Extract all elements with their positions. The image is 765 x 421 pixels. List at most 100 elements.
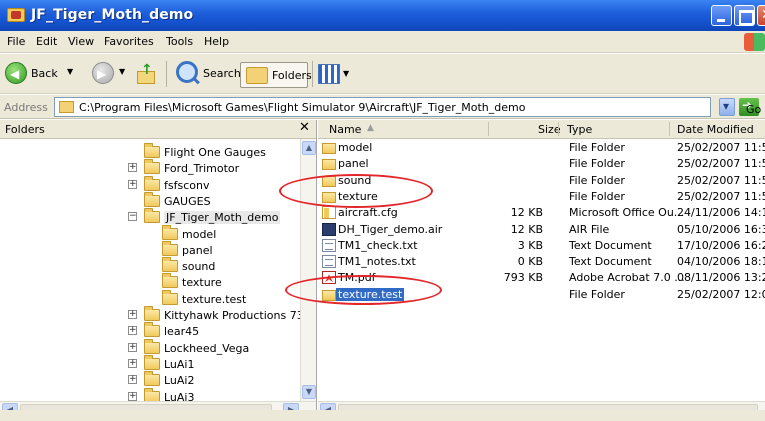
tree-item[interactable]: + lear45 — [0, 322, 300, 339]
menu-help[interactable]: Help — [204, 35, 229, 48]
menu-bar: File Edit View Favorites Tools Help — [0, 31, 765, 53]
back-dropdown-icon[interactable]: ▼ — [67, 67, 73, 76]
file-name: TM1_check.txt — [338, 238, 418, 252]
folders-vertical-scrollbar[interactable]: ▲ ▼ — [300, 139, 316, 401]
tree-item[interactable]: model — [0, 224, 300, 242]
file-date-modified: 25/02/2007 12:03 — [677, 287, 765, 301]
cfg-file-icon — [322, 206, 336, 220]
tree-item-label: GAUGES — [164, 194, 211, 208]
file-row[interactable]: TM1_check.txt 3 KB Text Document 17/10/2006… — [318, 238, 765, 254]
up-folder-button[interactable]: ↑ — [135, 62, 157, 86]
forward-button[interactable]: ▶ ▼ — [92, 62, 128, 86]
file-name: TM1_notes.txt — [338, 255, 416, 269]
address-input[interactable]: C:\Program Files\Microsoft Games\Flight … — [54, 97, 711, 117]
collapse-icon[interactable]: − — [128, 212, 137, 222]
file-row[interactable]: aircraft.cfg 12 KB Microsoft Office Ou... 2… — [318, 205, 765, 221]
expand-icon[interactable]: + — [128, 358, 137, 368]
close-pane-icon[interactable]: ✕ — [299, 120, 310, 135]
tree-item-label: Kittyhawk Productions 737-70 — [164, 309, 300, 322]
sort-ascending-icon: ▲ — [367, 123, 374, 133]
file-name: texture.test — [336, 287, 405, 301]
tree-item[interactable]: + LuAi1 — [0, 354, 300, 372]
tree-item-label: fsfsconv — [164, 178, 210, 192]
tree-item[interactable]: − JF_Tiger_Moth_demo — [0, 208, 300, 225]
pdf-file-icon — [322, 271, 336, 285]
file-date-modified: 04/10/2006 18:13 — [677, 255, 765, 269]
tree-item[interactable]: Flight One Gauges — [0, 143, 300, 160]
file-name: DH_Tiger_demo.air — [338, 222, 443, 236]
expand-icon[interactable]: + — [128, 310, 137, 319]
file-row[interactable]: DH_Tiger_demo.air 12 KB AIR File 05/10/2006… — [318, 222, 765, 238]
tree-item-label: LuAi3 — [164, 390, 195, 402]
folders-button[interactable]: Folders — [240, 62, 312, 88]
tree-item[interactable]: + fsfsconv — [0, 175, 300, 193]
go-button[interactable]: Go — [746, 103, 761, 116]
menu-favorites[interactable]: Favorites — [104, 35, 154, 48]
file-date-modified: 25/02/2007 11:57 — [677, 157, 765, 171]
file-type: File Folder — [569, 157, 625, 171]
file-row[interactable]: texture.test File Folder 25/02/2007 12:03 — [318, 287, 765, 303]
minimize-button[interactable] — [711, 5, 732, 26]
file-row[interactable]: texture File Folder 25/02/2007 11:57 — [318, 189, 765, 205]
folders-pane: Folders ✕ Flight One Gauges + Ford_Trimoto… — [0, 120, 317, 418]
views-button[interactable]: ▼ — [318, 64, 352, 86]
folder-icon — [144, 387, 160, 401]
expand-icon[interactable]: + — [128, 375, 137, 385]
tree-item[interactable]: texture.test — [0, 289, 300, 307]
file-row[interactable]: panel File Folder 25/02/2007 11:57 — [318, 156, 765, 172]
search-button[interactable]: Search — [203, 67, 241, 91]
tree-item[interactable]: + LuAi3 — [0, 387, 300, 402]
scroll-down-icon[interactable]: ▼ — [302, 385, 316, 399]
maximize-button[interactable] — [734, 5, 755, 26]
tree-item[interactable]: + Kittyhawk Productions 737-70 — [0, 306, 300, 323]
file-type: Microsoft Office Ou... — [569, 206, 685, 220]
expand-icon[interactable]: + — [128, 179, 137, 189]
file-row[interactable]: TM.pdf 793 KB Adobe Acrobat 7.0 ... 08/11/2… — [318, 270, 765, 286]
tree-item-label: texture.test — [182, 292, 247, 306]
address-dropdown-button[interactable] — [719, 98, 735, 116]
column-type[interactable]: Type — [567, 123, 592, 136]
folders-pane-header: Folders ✕ — [0, 120, 316, 139]
file-name: panel — [338, 157, 369, 171]
file-size: 793 KB — [503, 271, 543, 285]
tree-item[interactable]: + LuAi2 — [0, 371, 300, 388]
file-row[interactable]: TM1_notes.txt 0 KB Text Document 04/10/2006… — [318, 254, 765, 270]
file-type: Adobe Acrobat 7.0 ... — [569, 271, 685, 285]
tree-item[interactable]: + Ford_Trimotor — [0, 159, 300, 176]
file-type: AIR File — [569, 222, 610, 236]
file-row[interactable]: sound File Folder 25/02/2007 11:57 — [318, 173, 765, 189]
back-button[interactable]: ◀ Back ▼ — [0, 62, 82, 86]
expand-icon[interactable]: + — [128, 391, 137, 401]
views-dropdown-icon: ▼ — [343, 69, 350, 78]
menu-view[interactable]: View — [68, 35, 94, 48]
tree-item[interactable]: GAUGES — [0, 191, 300, 209]
close-button[interactable] — [757, 5, 765, 26]
tree-item[interactable]: sound — [0, 257, 300, 274]
expand-icon[interactable]: + — [128, 342, 137, 352]
address-path: C:\Program Files\Microsoft Games\Flight … — [79, 101, 526, 114]
file-row[interactable]: model File Folder 25/02/2007 11:57 — [318, 140, 765, 156]
folder-icon — [144, 175, 160, 191]
scroll-up-icon[interactable]: ▲ — [302, 141, 316, 155]
tree-item[interactable]: texture — [0, 273, 300, 290]
menu-file[interactable]: File — [7, 35, 25, 48]
expand-icon[interactable]: + — [128, 163, 137, 173]
file-name: TM.pdf — [338, 271, 376, 285]
title-bar[interactable]: JF_Tiger_Moth_demo — [0, 0, 765, 31]
expand-icon[interactable]: + — [128, 326, 137, 336]
column-divider — [488, 122, 489, 136]
file-date-modified: 17/10/2006 16:29 — [677, 238, 765, 252]
folder-icon — [59, 101, 74, 113]
column-date-modified[interactable]: Date Modified — [677, 123, 754, 136]
column-name[interactable]: Name — [329, 123, 361, 136]
file-name: texture — [338, 189, 378, 203]
file-type: File Folder — [569, 173, 625, 187]
file-size: 12 KB — [510, 206, 543, 220]
menu-edit[interactable]: Edit — [36, 35, 57, 48]
menu-tools[interactable]: Tools — [166, 35, 193, 48]
tree-item[interactable]: + Lockheed_Vega — [0, 338, 300, 356]
file-date-modified: 08/11/2006 13:20 — [677, 271, 765, 285]
toolbar-separator — [166, 61, 167, 87]
forward-dropdown-icon[interactable]: ▼ — [119, 67, 125, 76]
tree-item[interactable]: panel — [0, 240, 300, 258]
